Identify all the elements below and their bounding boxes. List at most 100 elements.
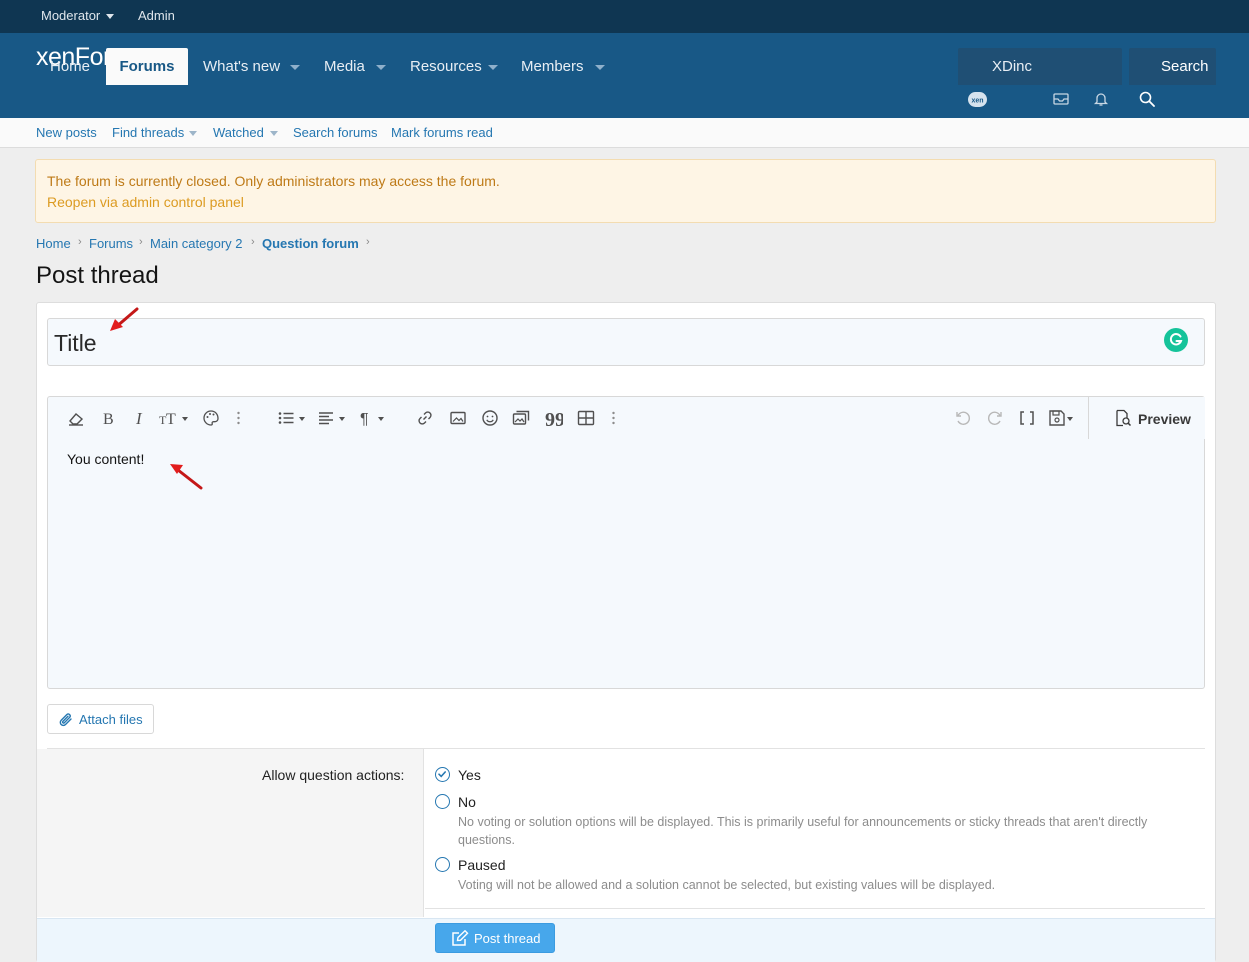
media-caret-icon[interactable] xyxy=(376,65,386,70)
chevron-right-icon: › xyxy=(78,236,82,248)
bold-icon[interactable]: B xyxy=(99,409,117,427)
subnav-find-threads[interactable]: Find threads xyxy=(112,118,184,148)
question-actions-label: Allow question actions: xyxy=(262,767,405,783)
user-menu-name[interactable]: XDinc xyxy=(992,48,1032,85)
text-size-caret-icon[interactable] xyxy=(182,417,188,421)
image-icon[interactable] xyxy=(449,409,467,427)
tab-members[interactable]: Members xyxy=(521,48,584,85)
notice-message: The forum is currently closed. Only admi… xyxy=(47,173,500,189)
thread-title-input[interactable]: Title xyxy=(47,318,1205,366)
post-thread-button[interactable]: Post thread xyxy=(435,923,555,953)
bell-icon[interactable] xyxy=(1093,91,1109,107)
whats-new-caret-icon[interactable] xyxy=(290,65,300,70)
breadcrumb-forums[interactable]: Forums xyxy=(89,236,133,251)
tab-media[interactable]: Media xyxy=(324,48,365,85)
tab-whats-new[interactable]: What's new xyxy=(203,48,280,85)
page-title: Post thread xyxy=(36,262,159,289)
chevron-right-icon: › xyxy=(251,236,255,248)
smiley-icon[interactable] xyxy=(481,409,499,427)
admin-link[interactable]: Admin xyxy=(138,0,175,33)
subnav-mark-forums-read[interactable]: Mark forums read xyxy=(391,118,493,148)
svg-text:¶: ¶ xyxy=(360,411,369,427)
redo-icon[interactable] xyxy=(986,409,1004,427)
members-caret-icon[interactable] xyxy=(595,65,605,70)
breadcrumb-main-category[interactable]: Main category 2 xyxy=(150,236,243,251)
grammarly-icon[interactable] xyxy=(1164,328,1188,352)
post-thread-label: Post thread xyxy=(474,931,541,946)
svg-text:T: T xyxy=(166,411,176,427)
editor-content[interactable]: You content! xyxy=(67,451,144,467)
sub-navigation: New posts Find threads Watched Search fo… xyxy=(0,118,1249,148)
tab-home[interactable]: Home xyxy=(50,48,90,85)
palette-icon[interactable] xyxy=(202,409,220,427)
tab-forums[interactable]: Forums xyxy=(106,48,188,85)
breadcrumb-question-forum[interactable]: Question forum xyxy=(262,236,359,251)
radio-paused-label[interactable]: Paused xyxy=(458,857,505,873)
subnav-new-posts[interactable]: New posts xyxy=(36,118,97,148)
form-submit-row xyxy=(37,918,1215,962)
attach-files-label: Attach files xyxy=(79,712,143,727)
radio-yes-label[interactable]: Yes xyxy=(458,767,481,783)
table-icon[interactable] xyxy=(577,409,595,427)
link-icon[interactable] xyxy=(416,409,434,427)
list-caret-icon[interactable] xyxy=(299,417,305,421)
rich-text-editor[interactable]: B I TT ¶ 99 Preview You content! xyxy=(47,396,1205,689)
preview-icon xyxy=(1114,409,1132,427)
svg-text:xen: xen xyxy=(971,98,983,105)
align-caret-icon[interactable] xyxy=(339,417,345,421)
forum-closed-notice: The forum is currently closed. Only admi… xyxy=(35,159,1216,223)
moderator-label: Moderator xyxy=(41,8,101,23)
breadcrumb-home[interactable]: Home xyxy=(36,236,71,251)
tab-resources[interactable]: Resources xyxy=(410,48,482,85)
media-icon[interactable] xyxy=(512,409,530,427)
bbcode-toggle-icon[interactable] xyxy=(1018,409,1036,427)
more-insert-icon[interactable] xyxy=(612,411,615,425)
paragraph-icon[interactable]: ¶ xyxy=(358,409,376,427)
notice-reopen-link[interactable]: Reopen via admin control panel xyxy=(47,194,244,210)
red-arrow-icon xyxy=(167,460,205,492)
eraser-icon[interactable] xyxy=(67,409,85,427)
radio-paused-hint: Voting will not be allowed and a solutio… xyxy=(458,878,996,892)
resources-caret-icon[interactable] xyxy=(488,65,498,70)
radio-yes[interactable] xyxy=(435,767,450,782)
search-label[interactable]: Search xyxy=(1161,48,1209,85)
chevron-right-icon: › xyxy=(139,236,143,248)
radio-paused[interactable] xyxy=(435,857,450,872)
text-size-icon[interactable]: TT xyxy=(158,409,180,427)
quote-icon[interactable]: 99 xyxy=(545,409,563,427)
title-placeholder: Title xyxy=(54,330,97,356)
check-icon xyxy=(438,771,446,778)
caret-down-icon xyxy=(105,14,114,20)
preview-button[interactable]: Preview xyxy=(1088,397,1205,439)
more-options-icon[interactable] xyxy=(237,411,240,425)
form-row-divider xyxy=(425,908,1205,909)
align-icon[interactable] xyxy=(318,409,336,427)
search-icon[interactable] xyxy=(1139,91,1155,107)
subnav-watched[interactable]: Watched xyxy=(213,118,264,148)
edit-icon xyxy=(451,930,469,947)
paperclip-icon xyxy=(58,711,74,728)
radio-no-hint: No voting or solution options will be di… xyxy=(458,815,1148,847)
svg-text:99: 99 xyxy=(545,409,563,427)
list-icon[interactable] xyxy=(277,409,295,427)
svg-text:I: I xyxy=(135,409,143,427)
save-draft-icon[interactable] xyxy=(1048,409,1066,427)
chevron-right-icon: › xyxy=(366,236,370,248)
attach-files-button[interactable]: Attach files xyxy=(47,704,154,734)
italic-icon[interactable]: I xyxy=(131,409,149,427)
watched-caret-icon[interactable] xyxy=(270,131,278,136)
undo-icon[interactable] xyxy=(954,409,972,427)
user-nav-group xyxy=(958,48,1122,85)
subnav-search-forums[interactable]: Search forums xyxy=(293,118,378,148)
save-draft-caret-icon[interactable] xyxy=(1067,417,1073,421)
avatar[interactable]: xen xyxy=(968,92,987,107)
radio-no-label[interactable]: No xyxy=(458,794,476,810)
paragraph-caret-icon[interactable] xyxy=(378,417,384,421)
inbox-icon[interactable] xyxy=(1053,92,1069,106)
find-threads-caret-icon[interactable] xyxy=(189,131,197,136)
editor-toolbar: B I TT ¶ 99 Preview xyxy=(48,397,1205,439)
svg-text:B: B xyxy=(103,411,114,427)
radio-no[interactable] xyxy=(435,794,450,809)
moderator-menu[interactable]: Moderator xyxy=(41,0,114,33)
red-arrow-icon xyxy=(108,306,140,334)
